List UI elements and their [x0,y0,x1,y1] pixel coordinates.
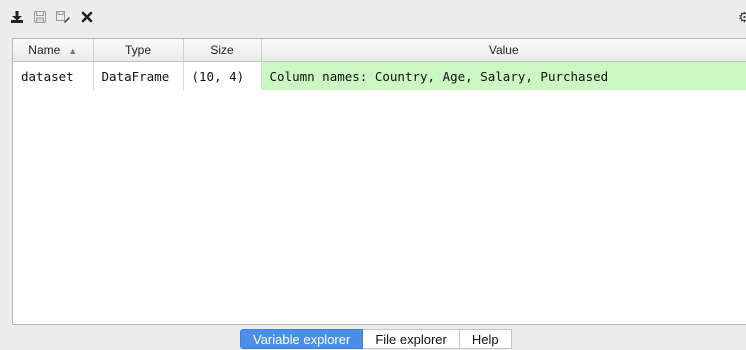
column-header-name-label: Name [28,43,61,57]
remove-all-icon[interactable] [78,8,96,26]
save-as-icon[interactable] [54,8,72,26]
variable-table-panel: Name ▲ Type Size Value dataset DataFrame … [12,38,746,325]
table-header-row: Name ▲ Type Size Value [13,39,746,62]
save-data-icon[interactable] [31,8,49,26]
sort-ascending-icon: ▲ [68,46,78,56]
column-header-type[interactable]: Type [93,39,184,62]
variable-value-cell[interactable]: Column names: Country, Age, Salary, Purc… [261,61,746,90]
gear-icon[interactable]: ⚙ [738,10,746,24]
variable-size-cell[interactable]: (10, 4) [183,61,262,90]
pane-tab-bar: Variable explorer File explorer Help [240,329,512,349]
variable-name-cell[interactable]: dataset [13,61,94,90]
tab-variable-explorer[interactable]: Variable explorer [240,329,364,349]
variable-type-cell[interactable]: DataFrame [93,61,184,90]
column-header-name[interactable]: Name ▲ [13,39,94,62]
column-header-value[interactable]: Value [261,39,746,62]
variable-table: Name ▲ Type Size Value dataset DataFrame … [13,39,746,90]
column-header-size[interactable]: Size [183,39,262,62]
table-row[interactable]: dataset DataFrame (10, 4) Column names: … [13,61,746,90]
import-data-icon[interactable] [8,8,26,26]
tab-file-explorer[interactable]: File explorer [363,329,460,349]
variable-explorer-toolbar: ⚙ [0,0,746,34]
tab-help[interactable]: Help [459,329,512,349]
